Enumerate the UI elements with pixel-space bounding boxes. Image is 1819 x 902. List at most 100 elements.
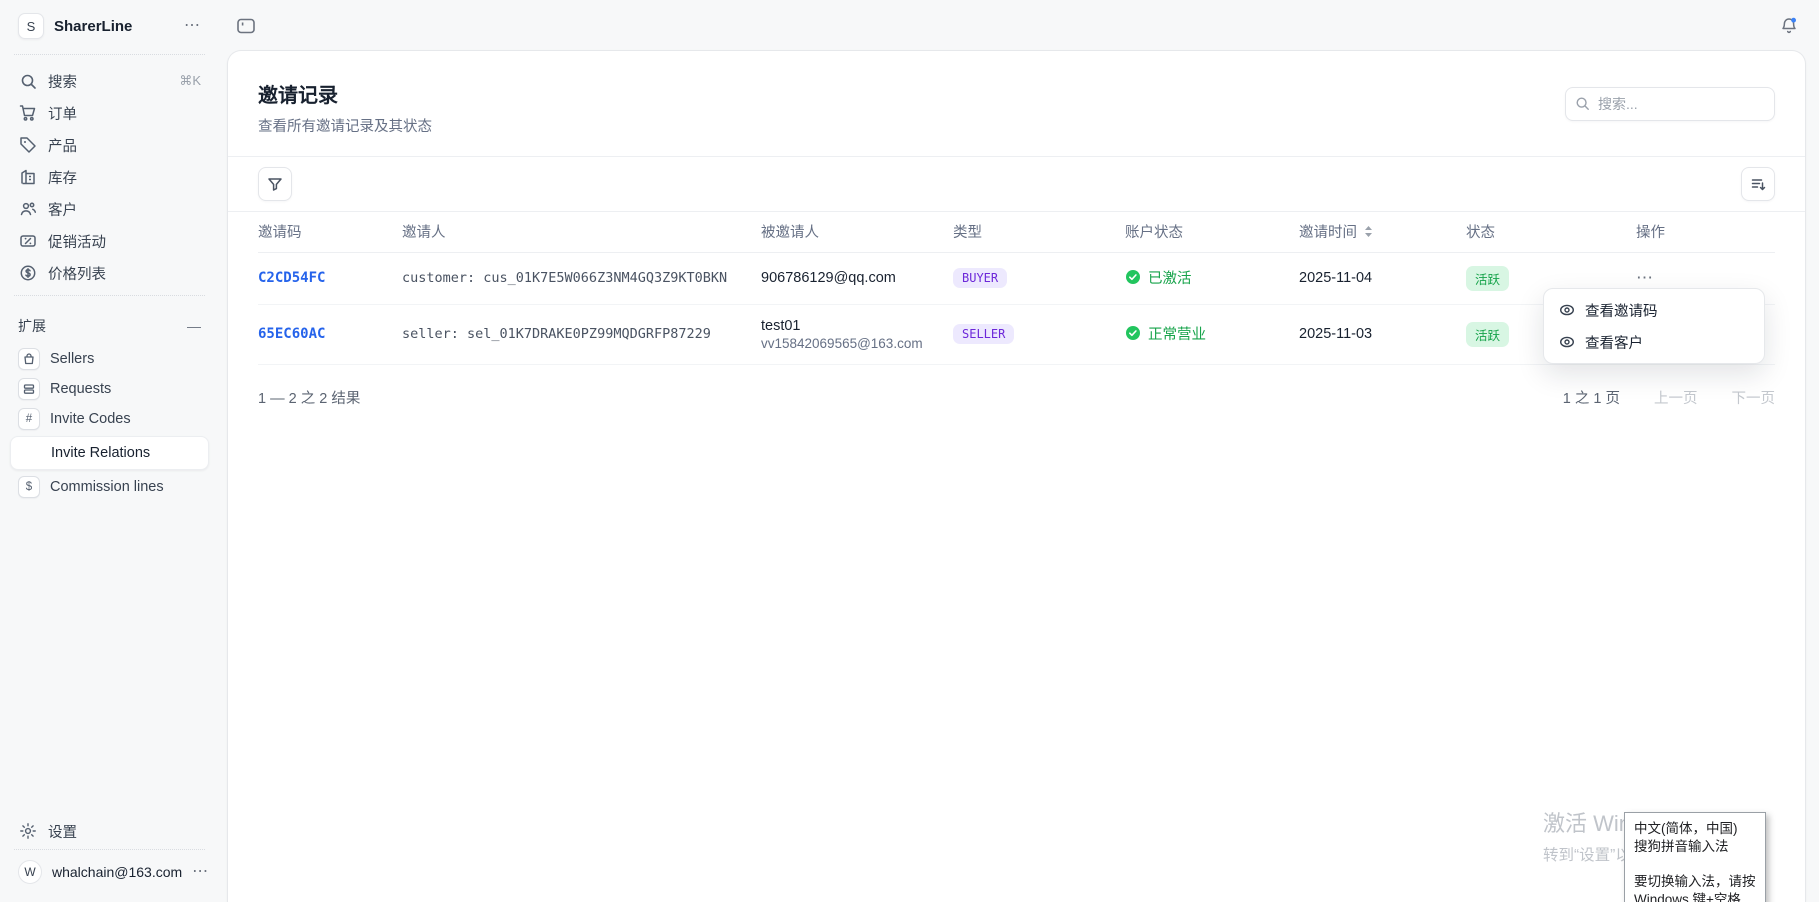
- invite-code-link[interactable]: C2CD54FC: [258, 270, 325, 286]
- invitee-primary: 906786129@qq.com: [761, 270, 945, 286]
- sidebar-item-label: 产品: [48, 135, 201, 156]
- sidebar-item-settings[interactable]: 设置: [10, 815, 209, 847]
- tag-icon: [18, 135, 38, 155]
- dollar-circle-icon: [18, 263, 38, 283]
- account-status-text: 已激活: [1148, 267, 1192, 288]
- sidebar-item-orders[interactable]: 订单: [10, 97, 209, 129]
- sidebar-item-label: Invite Relations: [51, 445, 150, 461]
- gear-icon: [18, 821, 38, 841]
- menu-item-view-invite-code[interactable]: 查看邀请码: [1549, 294, 1759, 326]
- col-header-inviter: 邀请人: [402, 212, 761, 252]
- sidebar-item-products[interactable]: 产品: [10, 129, 209, 161]
- page-subtitle: 查看所有邀请记录及其状态: [258, 115, 432, 136]
- results-count: 1 — 2 之 2 结果: [258, 387, 360, 408]
- col-header-invite-time[interactable]: 邀请时间: [1299, 212, 1466, 252]
- ime-hint-line1: 要切换输入法，请按: [1634, 873, 1756, 891]
- user-avatar: W: [18, 860, 42, 884]
- next-page-button[interactable]: 下一页: [1732, 387, 1776, 408]
- sidebar-item-inventory[interactable]: 库存: [10, 161, 209, 193]
- col-header-invite-code: 邀请码: [258, 212, 402, 252]
- table-search: [1565, 87, 1775, 121]
- invite-code-link[interactable]: 65EC60AC: [258, 326, 325, 342]
- filter-button[interactable]: [258, 167, 292, 201]
- search-input[interactable]: [1565, 87, 1775, 121]
- cart-icon: [18, 103, 38, 123]
- user-email: whalchain@163.com: [52, 864, 182, 880]
- inviter-id: seller: sel_01K7DRAKE0PZ99MQDGRFP87229: [402, 326, 711, 342]
- requests-list-icon: [18, 378, 40, 400]
- ime-tooltip: 中文(简体，中国) 搜狗拼音输入法 要切换输入法，请按 Windows 键+空格…: [1624, 812, 1766, 902]
- sidebar-item-customers[interactable]: 客户: [10, 193, 209, 225]
- col-header-account-status: 账户状态: [1125, 212, 1299, 252]
- dollar-icon: $: [18, 476, 40, 498]
- sidebar-item-label: 客户: [48, 199, 201, 220]
- sidebar: S SharerLine ⋯ 搜索 ⌘K 订单 产品: [0, 0, 219, 902]
- sidebar-item-label: 促销活动: [48, 231, 201, 252]
- sidebar-nav: 搜索 ⌘K 订单 产品 库存 客户: [10, 57, 209, 293]
- promotion-icon: [18, 231, 38, 251]
- page-indicator: 1 之 1 页: [1563, 387, 1620, 408]
- table-header-row: 邀请码 邀请人 被邀请人 类型 账户状态 邀请时间 状态 操作: [258, 212, 1775, 252]
- sidebar-divider: [14, 54, 205, 55]
- sort-arrows-icon[interactable]: [1364, 225, 1373, 238]
- col-header-invitee: 被邀请人: [761, 212, 953, 252]
- panel-header: 邀请记录 查看所有邀请记录及其状态: [228, 51, 1805, 156]
- sidebar-item-label: 库存: [48, 167, 201, 188]
- prev-page-button[interactable]: 上一页: [1654, 387, 1698, 408]
- bell-icon: [1778, 15, 1808, 37]
- invitee-primary: test01: [761, 318, 945, 334]
- search-shortcut: ⌘K: [179, 73, 201, 89]
- account-status-text: 正常营业: [1148, 323, 1206, 344]
- sidebar-item-invite-codes[interactable]: # Invite Codes: [10, 404, 209, 434]
- sidebar-item-label: 订单: [48, 103, 201, 124]
- sidebar-item-label: 搜索: [48, 71, 169, 92]
- notifications-button[interactable]: [1778, 12, 1808, 40]
- pagination: 1 之 1 页 上一页 下一页: [1563, 387, 1775, 408]
- sidebar-item-requests[interactable]: Requests: [10, 374, 209, 404]
- col-header-status: 状态: [1466, 212, 1636, 252]
- eye-icon: [1559, 302, 1575, 318]
- invite-records-panel: 邀请记录 查看所有邀请记录及其状态 邀请码 邀请人 被邀: [227, 50, 1806, 902]
- user-account-row[interactable]: W whalchain@163.com ⋯: [10, 852, 209, 892]
- extensions-section-title: 扩展: [18, 316, 46, 336]
- row-actions-button[interactable]: ⋯: [1636, 268, 1655, 288]
- collapse-section-button[interactable]: —: [187, 318, 201, 334]
- sidebar-item-label: Sellers: [50, 351, 94, 367]
- filter-funnel-icon: [267, 176, 283, 192]
- sidebar-item-label: 设置: [48, 821, 201, 842]
- menu-item-label: 查看客户: [1585, 332, 1643, 353]
- menu-item-view-customer[interactable]: 查看客户: [1549, 326, 1759, 358]
- sidebar-item-sellers[interactable]: Sellers: [10, 344, 209, 374]
- sidebar-item-search[interactable]: 搜索 ⌘K: [10, 65, 209, 97]
- ime-input-method: 搜狗拼音输入法: [1634, 838, 1756, 856]
- sort-list-icon: [1750, 176, 1767, 193]
- sidebar-menu-button[interactable]: ⋯: [184, 18, 201, 34]
- menu-item-label: 查看邀请码: [1585, 300, 1658, 321]
- type-badge: SELLER: [953, 324, 1014, 344]
- brand-avatar: S: [18, 13, 44, 39]
- user-menu-button[interactable]: ⋯: [192, 864, 209, 880]
- sidebar-header: S SharerLine ⋯: [10, 0, 209, 52]
- table-toolbar: [228, 156, 1805, 212]
- brand[interactable]: S SharerLine: [18, 13, 132, 39]
- sidebar-divider: [14, 295, 205, 296]
- brand-name: SharerLine: [54, 18, 132, 35]
- sidebar-divider: [14, 849, 205, 850]
- sort-columns-button[interactable]: [1741, 167, 1775, 201]
- sidebar-toggle-button[interactable]: [236, 14, 262, 38]
- invite-date: 2025-11-03: [1299, 326, 1372, 342]
- sidebar-item-invite-relations[interactable]: Invite Relations: [10, 436, 209, 470]
- sidebar-item-commission-lines[interactable]: $ Commission lines: [10, 472, 209, 502]
- type-badge: BUYER: [953, 268, 1007, 288]
- sidebar-item-label: Invite Codes: [50, 411, 131, 427]
- ime-hint-line2: Windows 键+空格键。: [1634, 891, 1756, 902]
- check-circle-icon: [1125, 325, 1141, 341]
- warehouse-icon: [18, 167, 38, 187]
- invitee-secondary: vv15842069565@163.com: [761, 336, 945, 351]
- sidebar-item-label: Commission lines: [50, 479, 164, 495]
- panel-toggle-icon: [236, 17, 262, 35]
- sidebar-item-label: Requests: [50, 381, 111, 397]
- sidebar-item-price-lists[interactable]: 价格列表: [10, 257, 209, 289]
- page-title: 邀请记录: [258, 79, 432, 108]
- sidebar-item-promotions[interactable]: 促销活动: [10, 225, 209, 257]
